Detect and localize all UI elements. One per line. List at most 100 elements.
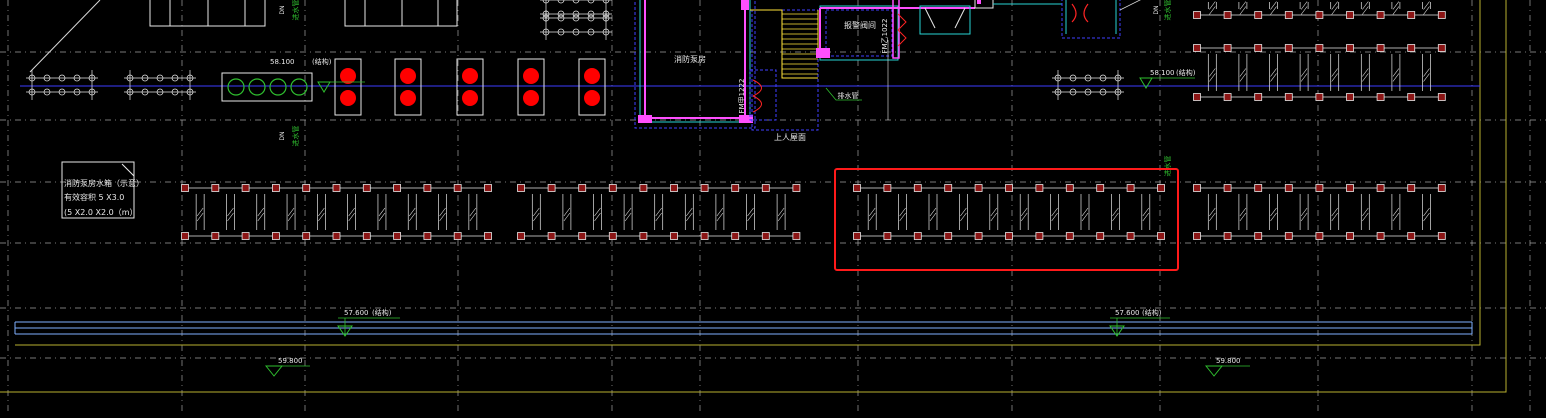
rack-pier: [332, 184, 341, 192]
rack-pier: [944, 184, 953, 192]
solar-panel[interactable]: [1141, 194, 1151, 230]
solar-panel[interactable]: [776, 194, 786, 230]
solar-panel[interactable]: [1422, 1, 1431, 15]
solar-panel[interactable]: [1080, 194, 1090, 230]
solar-panel[interactable]: [867, 194, 877, 230]
solar-panel[interactable]: [1360, 54, 1370, 91]
door-b-label: FM乙1022: [881, 19, 889, 54]
rack-pier: [423, 232, 432, 240]
rack-row-4[interactable]: [1193, 184, 1446, 240]
solar-panel[interactable]: [1391, 1, 1401, 15]
rack-pier: [883, 232, 892, 240]
level-lowest-right-value: 59.800: [1216, 357, 1241, 365]
solar-panel[interactable]: [1269, 1, 1278, 15]
solar-panel[interactable]: [256, 194, 266, 230]
solar-panel[interactable]: [1330, 194, 1340, 230]
rack-pier: [181, 184, 189, 192]
solar-panel[interactable]: [1269, 194, 1278, 230]
solar-panel[interactable]: [1330, 1, 1340, 15]
solar-panel[interactable]: [959, 194, 968, 230]
level-mid-right-note: (结构): [1176, 68, 1196, 77]
solar-panel[interactable]: [468, 194, 478, 230]
solar-panel[interactable]: [407, 194, 417, 230]
rack-row-top-edge[interactable]: [1193, 0, 1446, 19]
cad-drawing[interactable]: 消防泵房 FM甲1222 报警阀间 FM乙1022 上人屋面 排水管 进水管 D…: [0, 0, 1546, 414]
solar-panel[interactable]: [1299, 54, 1309, 91]
door-swing-icon: [1071, 3, 1089, 23]
vert-text-1: 进水管: [291, 126, 300, 147]
cad-viewport[interactable]: 消防泵房 FM甲1222 报警阀间 FM乙1022 上人屋面 排水管 进水管 D…: [0, 0, 1546, 414]
solar-panel[interactable]: [226, 194, 235, 230]
pipe-note-label: 排水管: [838, 91, 859, 100]
solar-panel[interactable]: [562, 194, 572, 230]
red-indicators: [334, 58, 606, 116]
pump-room[interactable]: 消防泵房: [634, 0, 756, 129]
solar-panel[interactable]: [1238, 194, 1248, 230]
rack-pier: [1376, 11, 1385, 19]
solar-panel[interactable]: [1330, 54, 1340, 91]
rack-pier: [883, 184, 892, 192]
rack-pier: [517, 232, 525, 240]
solar-panel[interactable]: [286, 194, 296, 230]
rack-row-3[interactable]: [853, 184, 1165, 240]
rack-pier: [1096, 232, 1105, 240]
solar-panel[interactable]: [1207, 194, 1217, 230]
rack-row-top-right[interactable]: [1193, 44, 1446, 101]
solar-panel[interactable]: [1269, 54, 1278, 91]
solar-panel[interactable]: [1111, 194, 1120, 230]
rack-pier: [670, 184, 678, 192]
pump-room-label: 消防泵房: [674, 54, 706, 64]
solar-panel[interactable]: [1207, 1, 1217, 15]
solar-panel[interactable]: [715, 194, 725, 230]
rack-pier: [302, 184, 311, 192]
solar-panel[interactable]: [1207, 54, 1217, 91]
solar-panel[interactable]: [593, 194, 602, 230]
solar-panel[interactable]: [1391, 194, 1401, 230]
solar-panel[interactable]: [1238, 54, 1248, 91]
solar-panel[interactable]: [989, 194, 999, 230]
parapet-lines: [14, 321, 1473, 335]
solar-panel[interactable]: [317, 194, 326, 230]
solar-panel[interactable]: [1238, 1, 1248, 15]
rack-pier: [731, 232, 740, 240]
rack-pier: [1005, 184, 1013, 192]
level-bottom-right-note: (结构): [1142, 308, 1162, 317]
pipe-note: 排水管: [825, 87, 862, 101]
rack-pier: [547, 184, 556, 192]
rack-pier: [1096, 184, 1105, 192]
solar-panel[interactable]: [684, 194, 694, 230]
rack-pier: [1346, 184, 1354, 192]
solar-panel[interactable]: [746, 194, 755, 230]
solar-panel[interactable]: [1019, 194, 1029, 230]
solar-panel[interactable]: [623, 194, 633, 230]
solar-panel[interactable]: [898, 194, 907, 230]
rack-pier: [423, 184, 432, 192]
solar-panel[interactable]: [1422, 54, 1431, 91]
rack-pier: [1223, 184, 1232, 192]
solar-panel[interactable]: [1299, 1, 1309, 15]
rack-pier: [1346, 232, 1354, 240]
rack-row-1[interactable]: [181, 184, 492, 240]
solar-panel[interactable]: [1299, 194, 1309, 230]
alarm-valve-room[interactable]: 报警阀间 FM乙1022: [816, 0, 1062, 120]
solar-panel[interactable]: [1360, 1, 1370, 15]
solar-panel[interactable]: [347, 194, 356, 230]
top-equipment: [149, 0, 458, 27]
solar-panel[interactable]: [377, 194, 387, 230]
rack-row-2[interactable]: [517, 184, 801, 240]
solar-panel[interactable]: [1391, 54, 1401, 91]
rack-pier: [1254, 11, 1263, 19]
solar-panel[interactable]: [654, 194, 664, 230]
level-bottom-left-note: (结构): [372, 308, 392, 317]
solar-panel[interactable]: [531, 194, 541, 230]
solar-panel[interactable]: [195, 194, 205, 230]
solar-panel[interactable]: [1422, 194, 1431, 230]
solar-panel[interactable]: [438, 194, 447, 230]
level-marker-icon: [317, 81, 331, 93]
rack-pier: [1376, 44, 1385, 52]
rack-pier: [241, 184, 250, 192]
solar-panel[interactable]: [928, 194, 938, 230]
rack-pier: [1223, 232, 1232, 240]
solar-panel[interactable]: [1360, 194, 1370, 230]
solar-panel[interactable]: [1050, 194, 1059, 230]
